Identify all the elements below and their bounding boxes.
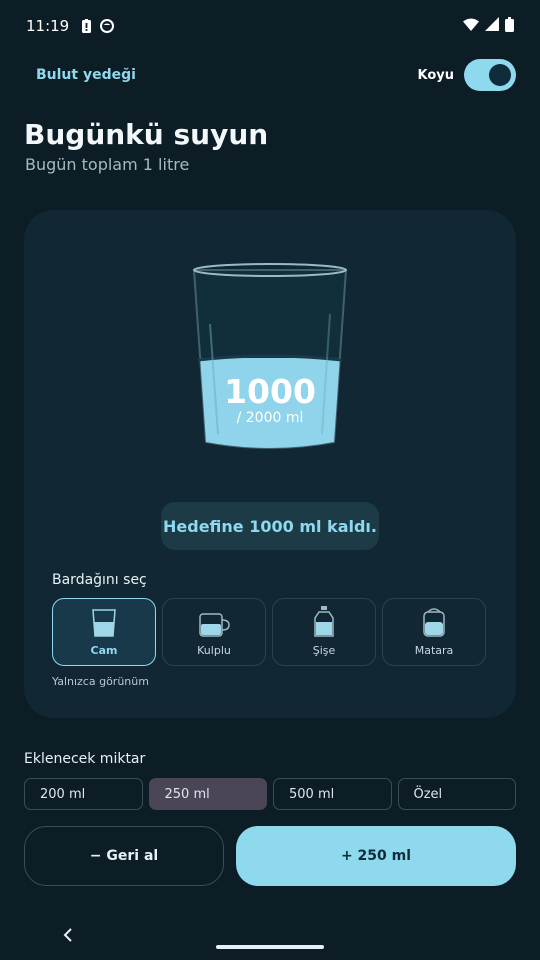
bottle-icon (313, 606, 335, 638)
wifi-icon (463, 17, 479, 35)
top-row: Bulut yedeği Koyu (0, 58, 540, 92)
back-button[interactable] (58, 922, 78, 950)
signal-icon (485, 17, 499, 35)
amount-option-500[interactable]: 500 ml (273, 778, 392, 810)
cup-option-sise[interactable]: Şişe (272, 598, 376, 666)
undo-button[interactable]: − Geri al (24, 826, 224, 886)
amount-section-label: Eklenecek miktar (24, 751, 146, 767)
cup-option-cam[interactable]: Cam (52, 598, 156, 666)
cloud-backup-link[interactable]: Bulut yedeği (36, 67, 136, 83)
battery-icon (505, 16, 514, 36)
theme-label: Koyu (417, 67, 454, 83)
app-notification-icon (100, 19, 115, 33)
amount-option-200[interactable]: 200 ml (24, 778, 143, 810)
page-subtitle: Bugün toplam 1 litre (25, 155, 190, 174)
cup-section-label: Bardağını seç (52, 572, 147, 588)
mug-icon (198, 612, 230, 638)
dark-theme-toggle[interactable] (464, 59, 516, 91)
page-title: Bugünkü suyun (24, 118, 269, 151)
flask-icon (422, 606, 446, 638)
water-card: 1000 / 2000 ml Hedefine 1000 ml kaldı. B… (24, 210, 516, 718)
cup-options: Cam Kulplu Şişe Matara (52, 598, 488, 666)
amount-options: 200 ml 250 ml 500 ml Özel (24, 778, 516, 810)
amount-option-250[interactable]: 250 ml (148, 778, 267, 810)
amount-option-custom[interactable]: Özel (397, 778, 516, 810)
status-time: 11:19 (26, 17, 70, 35)
cup-display-note: Yalnızca görünüm (52, 675, 149, 688)
glass-cup-icon (91, 608, 117, 638)
status-bar: 11:19 (0, 0, 540, 52)
theme-switch-group: Koyu (417, 59, 516, 91)
remaining-badge: Hedefine 1000 ml kaldı. (161, 502, 379, 550)
cup-option-label: Kulplu (197, 644, 231, 657)
back-icon (63, 927, 73, 946)
glass-goal: / 2000 ml (236, 410, 304, 426)
add-water-button[interactable]: + 250 ml (236, 826, 516, 886)
battery-alert-icon (81, 18, 92, 34)
home-indicator[interactable] (216, 945, 324, 949)
toggle-knob (489, 64, 511, 86)
cup-option-label: Matara (414, 644, 454, 657)
glass-value: 1000 (224, 372, 316, 411)
cup-option-label: Cam (90, 644, 118, 657)
cup-option-label: Şişe (312, 644, 336, 657)
cup-option-kulplu[interactable]: Kulplu (162, 598, 266, 666)
water-glass: 1000 / 2000 ml (184, 254, 356, 464)
cup-option-matara[interactable]: Matara (382, 598, 486, 666)
glass-illustration (192, 263, 348, 449)
